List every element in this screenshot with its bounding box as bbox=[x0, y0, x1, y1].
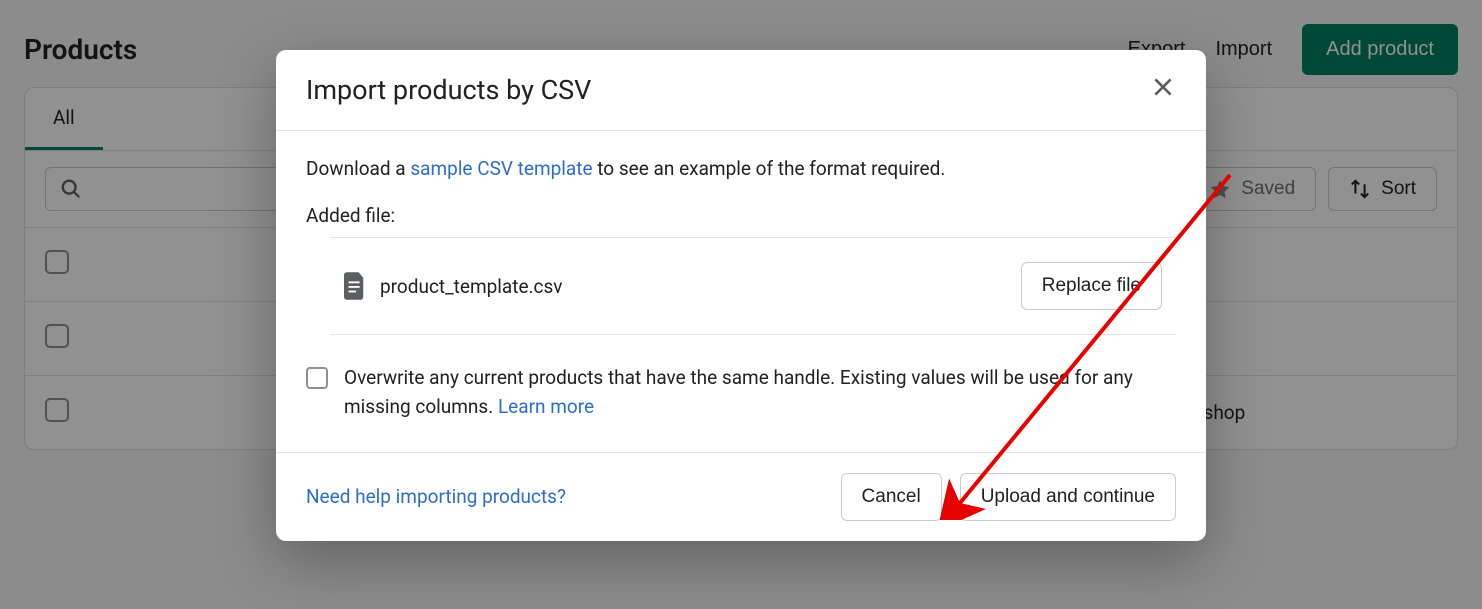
learn-more-link[interactable]: Learn more bbox=[498, 395, 594, 418]
file-box: product_template.csv Replace file bbox=[330, 237, 1176, 335]
help-link[interactable]: Need help importing products? bbox=[306, 485, 566, 508]
overwrite-text: Overwrite any current products that have… bbox=[344, 366, 1133, 418]
file-name: product_template.csv bbox=[380, 275, 563, 298]
modal-overlay: Import products by CSV Download a sample… bbox=[0, 0, 1482, 609]
modal-title: Import products by CSV bbox=[306, 74, 591, 106]
close-button[interactable] bbox=[1150, 74, 1176, 106]
added-file-label: Added file: bbox=[306, 204, 1176, 227]
sample-csv-link[interactable]: sample CSV template bbox=[410, 157, 592, 180]
replace-file-button[interactable]: Replace file bbox=[1021, 262, 1162, 310]
file-icon bbox=[344, 272, 366, 300]
file-row: product_template.csv Replace file bbox=[330, 238, 1176, 334]
modal-description: Download a sample CSV template to see an… bbox=[306, 157, 1176, 180]
overwrite-checkbox[interactable] bbox=[306, 367, 328, 389]
close-icon bbox=[1150, 74, 1176, 100]
upload-continue-button[interactable]: Upload and continue bbox=[960, 473, 1176, 521]
import-csv-modal: Import products by CSV Download a sample… bbox=[276, 50, 1206, 541]
overwrite-option[interactable]: Overwrite any current products that have… bbox=[306, 363, 1176, 422]
cancel-button[interactable]: Cancel bbox=[841, 473, 942, 521]
